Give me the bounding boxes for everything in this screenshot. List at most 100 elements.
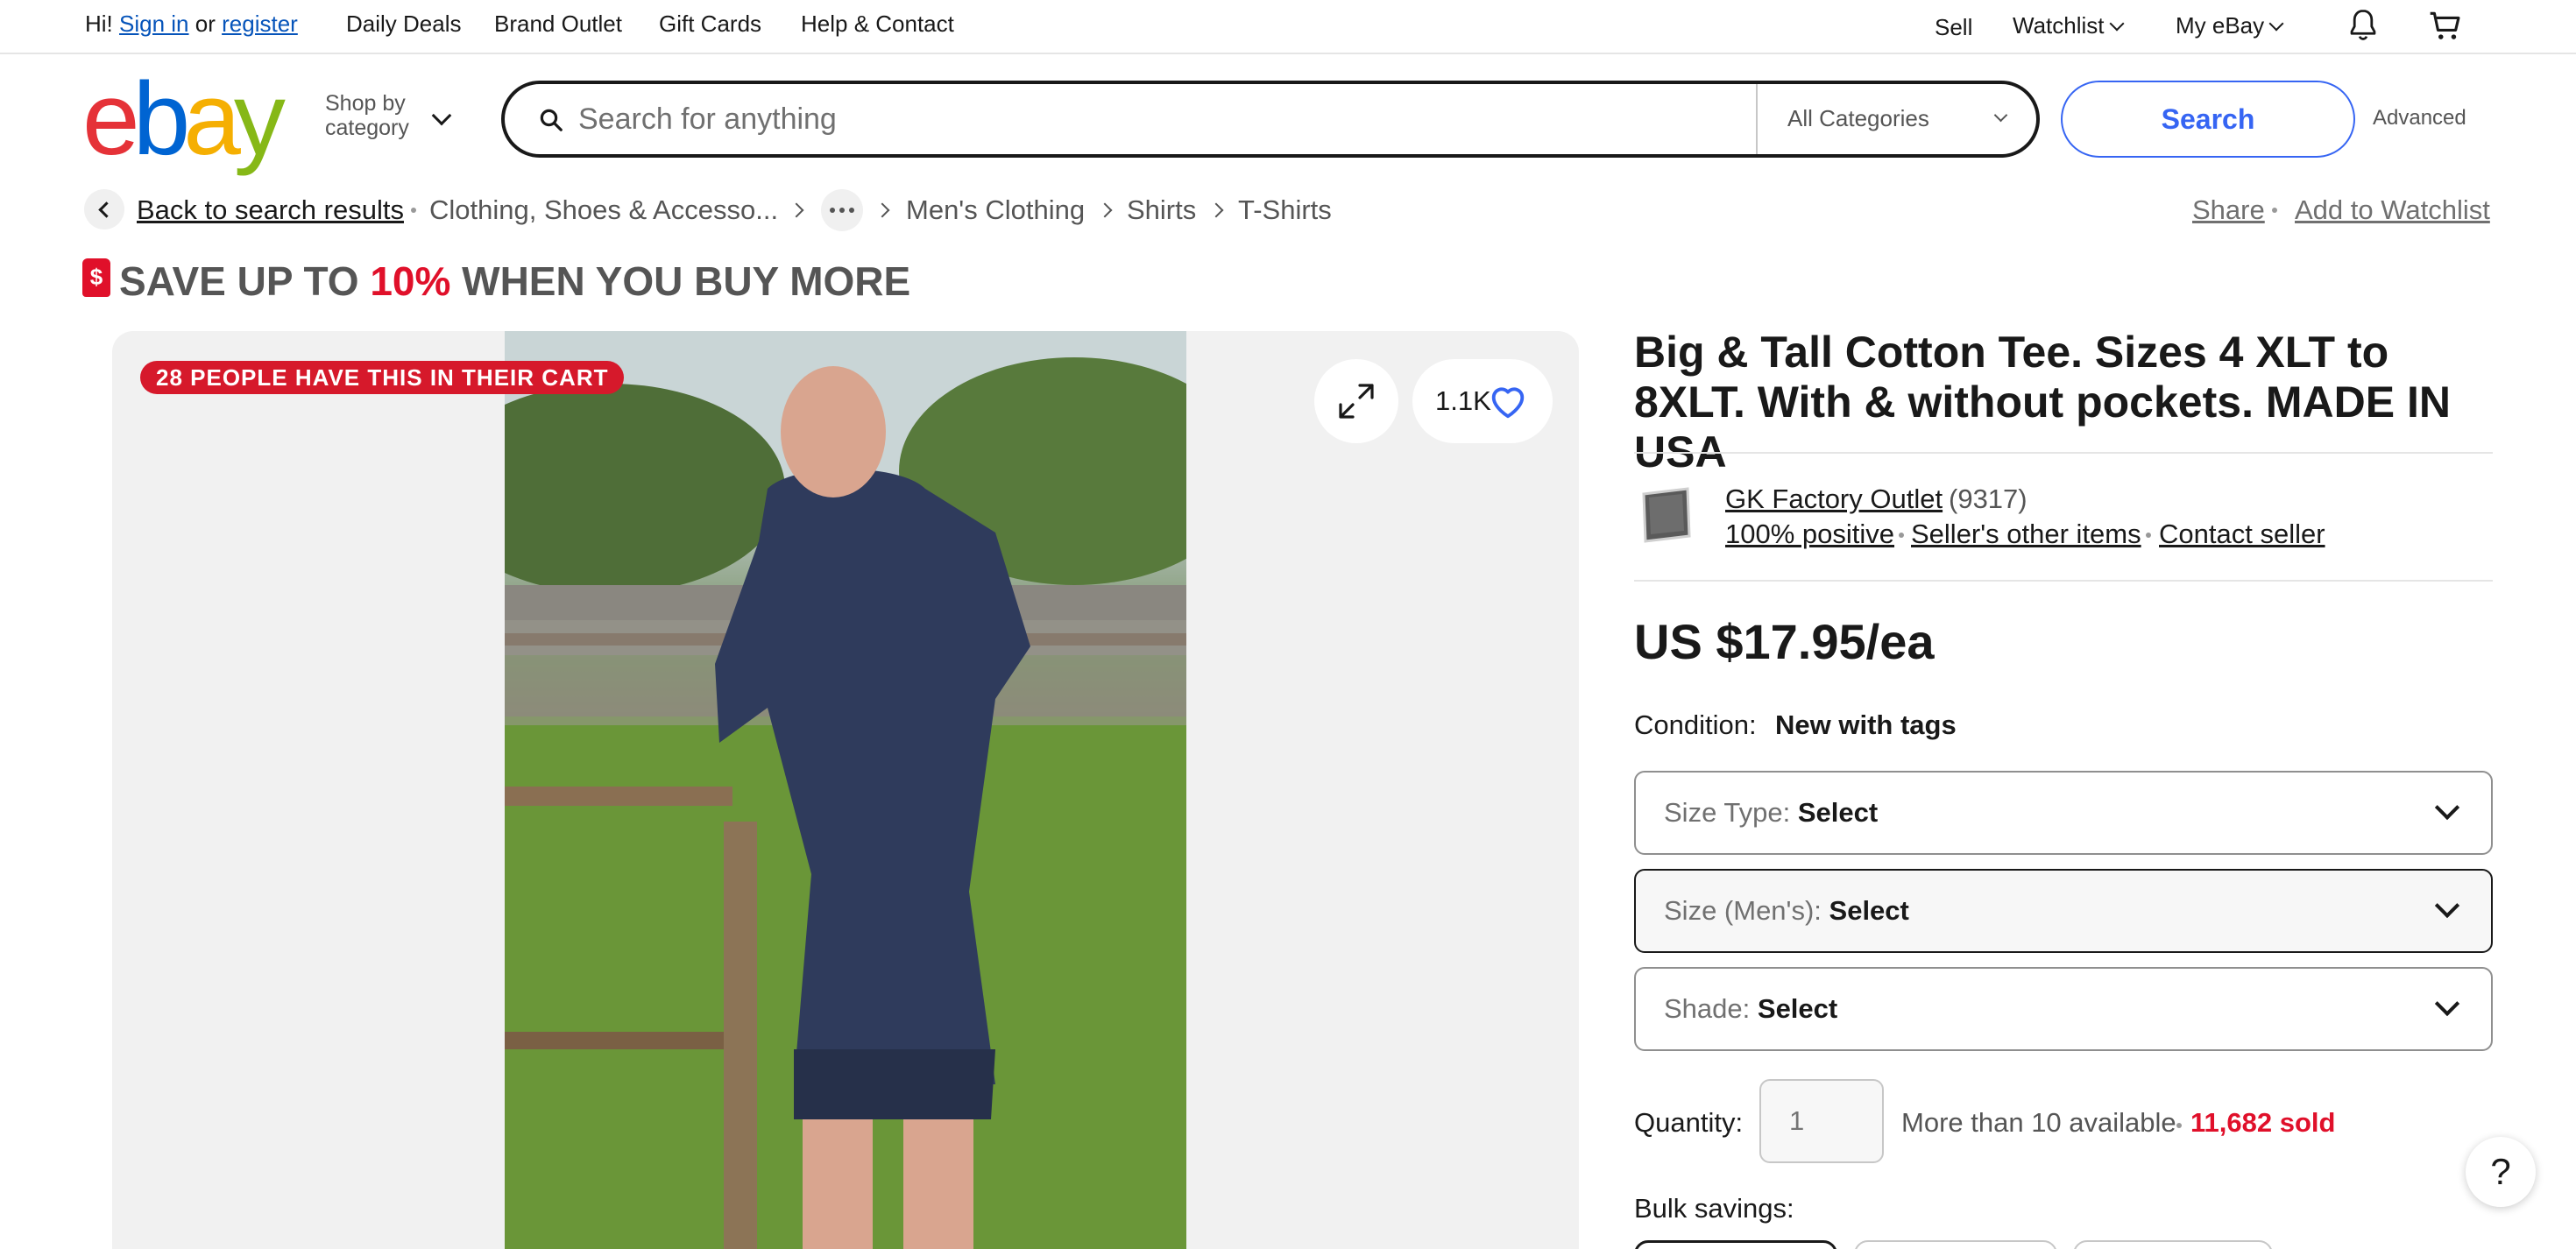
bulk-savings-label: Bulk savings: — [1634, 1193, 1794, 1224]
size-type-select[interactable]: Size Type: Select — [1634, 771, 2493, 855]
expand-image-button[interactable] — [1314, 359, 1398, 443]
search-button[interactable]: Search — [2061, 81, 2355, 158]
watch-count: 1.1K — [1435, 385, 1491, 416]
global-top-bar: Hi! Sign in or register Daily Deals Bran… — [0, 0, 2576, 54]
logo-letter: y — [233, 61, 286, 177]
chevron-down-icon — [2434, 991, 2460, 1017]
promo-banner: SAVE UP TO 10% WHEN YOU BUY MORE — [119, 258, 910, 305]
chevron-down-icon — [2434, 794, 2460, 821]
back-arrow-icon[interactable] — [84, 189, 124, 229]
quantity-input[interactable] — [1759, 1079, 1884, 1163]
product-photo-illustration — [505, 331, 1186, 1249]
separator-dot — [2146, 533, 2151, 538]
brand-outlet-link[interactable]: Brand Outlet — [494, 11, 622, 38]
expand-icon — [1339, 384, 1374, 419]
heart-icon — [1491, 387, 1525, 419]
logo-letter: e — [82, 61, 140, 177]
select-label-text: Size (Men's): — [1664, 895, 1822, 926]
breadcrumb-clothing[interactable]: Clothing, Shoes & Accesso... — [429, 194, 778, 226]
daily-deals-link[interactable]: Daily Deals — [346, 11, 462, 38]
watch-button[interactable]: 1.1K — [1412, 359, 1553, 443]
category-select[interactable]: All Categories — [1787, 105, 1929, 132]
bulk-option[interactable] — [1854, 1240, 2057, 1249]
chevron-down-icon[interactable] — [431, 105, 452, 126]
select-label: Size (Men's): Select — [1664, 895, 1909, 927]
help-contact-link[interactable]: Help & Contact — [801, 11, 954, 38]
search-input[interactable] — [578, 95, 1717, 144]
or-text: or — [195, 11, 216, 37]
seller-name-link[interactable]: GK Factory Outlet — [1725, 483, 1943, 515]
chevron-right-icon — [1097, 202, 1113, 218]
chevron-right-icon — [874, 202, 890, 218]
chevron-right-icon — [789, 202, 804, 218]
chevron-down-icon — [2109, 16, 2124, 32]
product-photo[interactable] — [505, 331, 1186, 1249]
search-icon — [540, 109, 563, 131]
divider — [1756, 84, 1758, 154]
add-to-watchlist-link[interactable]: Add to Watchlist — [2295, 194, 2490, 226]
select-value: Select — [1757, 993, 1838, 1024]
availability-text: More than 10 available — [1901, 1107, 2176, 1138]
condition-value: New with tags — [1775, 709, 1957, 740]
shade-select[interactable]: Shade: Select — [1634, 967, 2493, 1051]
promo-text: SAVE UP TO — [119, 258, 359, 304]
cart-count-badge: 28 PEOPLE HAVE THIS IN THEIR CART — [140, 361, 625, 394]
shop-by-category-button[interactable]: Shop by category — [325, 91, 409, 140]
more-breadcrumbs-button[interactable] — [821, 189, 863, 231]
sell-link[interactable]: Sell — [1935, 14, 1972, 41]
shop-by-line2: category — [325, 116, 409, 140]
ebay-logo[interactable]: ebay — [82, 61, 293, 177]
register-link[interactable]: register — [222, 11, 298, 37]
help-button[interactable]: ? — [2466, 1137, 2536, 1207]
advanced-search-link[interactable]: Advanced — [2373, 106, 2466, 131]
separator-dot — [1899, 533, 1904, 538]
shop-by-line1: Shop by — [325, 91, 406, 116]
select-label-text: Size Type: — [1664, 797, 1791, 828]
logo-letter: b — [132, 61, 191, 177]
divider — [1634, 580, 2493, 582]
separator-dot — [2272, 208, 2277, 213]
breadcrumb-shirts[interactable]: Shirts — [1127, 194, 1196, 226]
seller-positive-link[interactable]: 100% positive — [1725, 519, 1894, 550]
breadcrumb-mens-clothing[interactable]: Men's Clothing — [906, 194, 1085, 226]
cart-icon[interactable] — [2427, 7, 2466, 46]
seller-feedback-count: (9317) — [1949, 483, 2028, 514]
bulk-option[interactable] — [1634, 1240, 1837, 1249]
separator-dot — [411, 208, 416, 213]
gift-cards-link[interactable]: Gift Cards — [659, 11, 761, 38]
select-label-text: Shade: — [1664, 993, 1751, 1024]
select-value: Select — [1797, 797, 1879, 828]
seller-logo[interactable] — [1635, 480, 1696, 548]
separator-dot — [2176, 1123, 2182, 1128]
chevron-down-icon — [2434, 893, 2460, 919]
contact-seller-link[interactable]: Contact seller — [2159, 519, 2325, 550]
select-label: Shade: Select — [1664, 993, 1837, 1025]
share-link[interactable]: Share — [2192, 194, 2265, 226]
sold-count: 11,682 sold — [2190, 1107, 2336, 1138]
notification-bell-icon[interactable] — [2345, 7, 2381, 44]
chevron-right-icon — [1208, 202, 1224, 218]
chevron-down-icon — [1993, 108, 2008, 123]
image-gallery: 28 PEOPLE HAVE THIS IN THEIR CART 1.1K — [112, 331, 1579, 1249]
watchlist-label: Watchlist — [2013, 12, 2105, 39]
listing-title: Big & Tall Cotton Tee. Sizes 4 XLT to 8X… — [1634, 328, 2451, 476]
bulk-option[interactable] — [2073, 1240, 2273, 1249]
savings-tag-icon — [82, 258, 110, 297]
chevron-down-icon — [2268, 16, 2284, 32]
seller-other-items-link[interactable]: Seller's other items — [1911, 519, 2141, 550]
sign-in-link[interactable]: Sign in — [119, 11, 189, 37]
breadcrumb-t-shirts[interactable]: T-Shirts — [1238, 194, 1332, 226]
promo-text: WHEN YOU BUY MORE — [462, 258, 911, 304]
logo-letter: a — [183, 61, 241, 177]
back-to-search-link[interactable]: Back to search results — [137, 194, 404, 226]
quantity-label: Quantity: — [1634, 1107, 1744, 1138]
search-bar: All Categories — [501, 81, 2040, 158]
size-mens-select[interactable]: Size (Men's): Select — [1634, 869, 2493, 953]
promo-percent: 10% — [370, 258, 451, 304]
my-ebay-menu[interactable]: My eBay — [2176, 12, 2284, 39]
select-label: Size Type: Select — [1664, 797, 1878, 829]
select-value: Select — [1829, 895, 1909, 926]
divider — [1634, 452, 2493, 454]
watchlist-menu[interactable]: Watchlist — [2013, 12, 2124, 39]
price: US $17.95/ea — [1634, 614, 1935, 669]
